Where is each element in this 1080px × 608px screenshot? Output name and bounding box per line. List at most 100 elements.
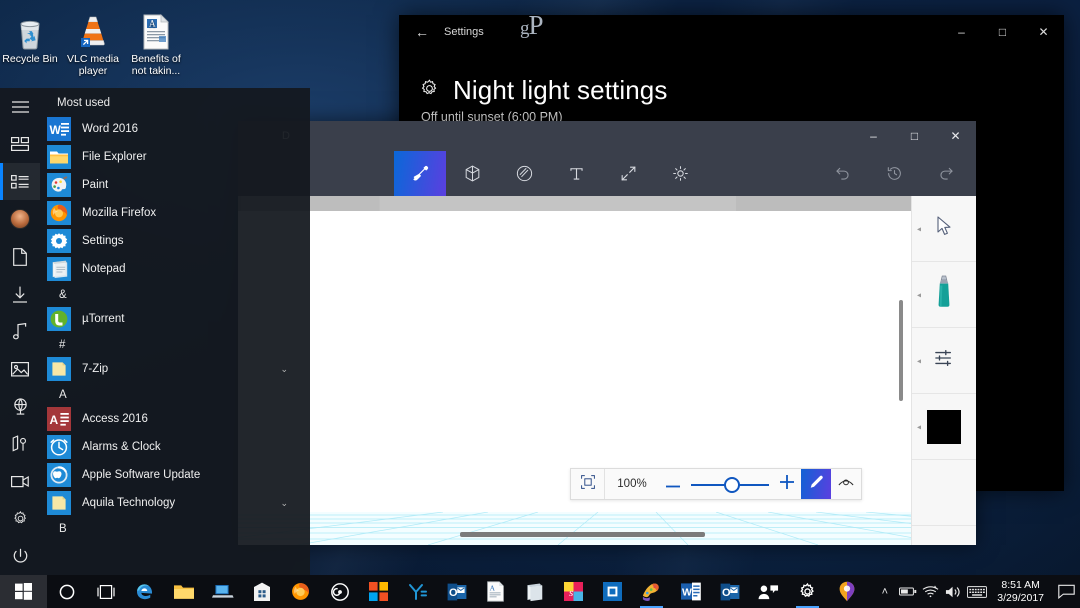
sidebar-item-videos[interactable] xyxy=(0,463,40,500)
close-button[interactable]: ✕ xyxy=(1023,15,1064,49)
rail-item-color-swatch[interactable]: ◂ xyxy=(912,394,976,460)
taskbar-item-outlook-2[interactable]: O xyxy=(710,575,749,608)
desktop-icon-recycle-bin[interactable]: Recycle Bin xyxy=(0,4,60,77)
access-2016-icon: A xyxy=(47,407,71,431)
taskbar-item-maps[interactable] xyxy=(827,575,866,608)
history-button[interactable] xyxy=(868,151,920,196)
sidebar-item-maps[interactable] xyxy=(0,425,40,462)
start-button[interactable] xyxy=(0,575,47,608)
group-header[interactable]: # xyxy=(40,333,310,355)
taskbar-item-publisher[interactable] xyxy=(593,575,632,608)
taskbar-item-word[interactable]: W xyxy=(671,575,710,608)
tool-stickers[interactable] xyxy=(498,151,550,196)
undo-button[interactable] xyxy=(816,151,868,196)
tool-text[interactable] xyxy=(550,151,602,196)
tool-3d-shapes[interactable] xyxy=(446,151,498,196)
list-item[interactable]: Mozilla Firefox xyxy=(40,199,310,227)
chevron-left-icon[interactable]: ◂ xyxy=(917,290,921,299)
taskbar-item-paint-3d[interactable] xyxy=(632,575,671,608)
color-swatch[interactable] xyxy=(927,409,961,444)
minimize-button[interactable]: – xyxy=(941,15,982,49)
chevron-left-icon[interactable]: ◂ xyxy=(917,356,921,365)
taskbar-item-outlook[interactable]: O xyxy=(437,575,476,608)
redo-button[interactable] xyxy=(920,151,972,196)
list-item[interactable]: File Explorer xyxy=(40,143,310,171)
chevron-left-icon[interactable]: ◂ xyxy=(917,422,921,431)
desktop-icon-vlc[interactable]: VLC media player xyxy=(63,4,123,77)
rail-item-marker-pen[interactable]: ◂ xyxy=(912,262,976,328)
show-hidden-icons-button[interactable]: ˄ xyxy=(873,575,896,608)
back-button[interactable]: ← xyxy=(405,19,439,45)
list-item[interactable]: Alarms & Clock xyxy=(40,433,310,461)
group-header[interactable]: & xyxy=(40,283,310,305)
list-item[interactable]: Settings xyxy=(40,227,310,255)
tool-art-tools[interactable] xyxy=(394,151,446,196)
taskbar-item-notepad[interactable] xyxy=(515,575,554,608)
zoom-out-button[interactable] xyxy=(659,469,687,499)
tool-lighting[interactable] xyxy=(654,151,706,196)
list-item[interactable]: Paint xyxy=(40,171,310,199)
tool-effects[interactable] xyxy=(602,151,654,196)
list-item[interactable]: µTorrent xyxy=(40,305,310,333)
maximize-button[interactable]: □ xyxy=(894,121,935,151)
network-icon[interactable] xyxy=(919,575,942,608)
zoom-slider-thumb[interactable] xyxy=(724,477,740,493)
minimize-button[interactable]: – xyxy=(853,121,894,151)
sidebar-item-settings[interactable] xyxy=(0,500,40,537)
sidebar-item-all-apps[interactable] xyxy=(0,162,40,201)
desktop-icon-document[interactable]: A Benefits of not takin... xyxy=(126,4,186,77)
sidebar-item-tiles[interactable] xyxy=(0,125,40,162)
touch-keyboard-icon[interactable] xyxy=(965,575,988,608)
start-menu-app-list[interactable]: Most used W Word 2016 File Explorer Pain… xyxy=(40,88,310,575)
sidebar-item-power[interactable] xyxy=(0,538,40,575)
chevron-down-icon[interactable]: ⌄ xyxy=(280,498,288,509)
taskbar-item-cortana[interactable] xyxy=(47,575,86,608)
taskbar-item-firefox[interactable] xyxy=(281,575,320,608)
volume-icon[interactable] xyxy=(942,575,965,608)
rail-item-select-tool[interactable]: ◂ xyxy=(912,196,976,262)
maximize-button[interactable]: □ xyxy=(982,15,1023,49)
taskbar-item-remote-desktop[interactable] xyxy=(203,575,242,608)
battery-icon[interactable] xyxy=(896,575,919,608)
taskbar-item-access[interactable]: A xyxy=(476,575,515,608)
rail-item-tool-settings[interactable]: ◂ xyxy=(912,328,976,394)
canvas-horizontal-scrollbar[interactable] xyxy=(460,532,705,537)
close-button[interactable]: ✕ xyxy=(935,121,976,151)
taskbar-item-microsoft-store[interactable] xyxy=(242,575,281,608)
group-header[interactable]: A xyxy=(40,383,310,405)
group-header[interactable]: B xyxy=(40,517,310,539)
taskbar-item-microsoft-edge[interactable] xyxy=(125,575,164,608)
taskbar-item-groove-music[interactable] xyxy=(320,575,359,608)
desktop-icon-label: Recycle Bin xyxy=(2,53,58,65)
zoom-in-button[interactable] xyxy=(773,469,801,499)
sidebar-item-music[interactable] xyxy=(0,313,40,350)
canvas-vertical-scrollbar[interactable] xyxy=(899,300,903,401)
view-toggle-button[interactable] xyxy=(831,469,861,499)
fit-to-screen-button[interactable] xyxy=(571,469,605,499)
sidebar-item-pictures[interactable] xyxy=(0,350,40,387)
zoom-slider[interactable] xyxy=(687,469,773,499)
list-item[interactable]: Aquila Technology ⌄ xyxy=(40,489,310,517)
list-item[interactable]: Apple Software Update xyxy=(40,461,310,489)
taskbar-item-task-view[interactable] xyxy=(86,575,125,608)
list-item[interactable]: 7-Zip ⌄ xyxy=(40,355,310,383)
list-item[interactable]: A Access 2016 xyxy=(40,405,310,433)
list-item[interactable]: W Word 2016 xyxy=(40,115,310,143)
taskbar-item-people[interactable] xyxy=(749,575,788,608)
list-item[interactable]: Notepad xyxy=(40,255,310,283)
action-center-button[interactable] xyxy=(1053,575,1080,608)
chevron-left-icon[interactable]: ◂ xyxy=(917,224,921,233)
sidebar-item-documents[interactable] xyxy=(0,238,40,275)
taskbar-item-settings[interactable] xyxy=(788,575,827,608)
sidebar-item-downloads[interactable] xyxy=(0,275,40,312)
taskbar-item-yammer[interactable] xyxy=(398,575,437,608)
sidebar-item-hamburger[interactable] xyxy=(0,88,40,125)
taskbar-item-snagit[interactable]: s xyxy=(554,575,593,608)
taskbar-item-file-explorer[interactable] xyxy=(164,575,203,608)
chevron-down-icon[interactable]: ⌄ xyxy=(280,364,288,375)
sidebar-item-network[interactable] xyxy=(0,388,40,425)
taskbar-clock[interactable]: 8:51 AM 3/29/2017 xyxy=(988,579,1053,605)
taskbar-item-office[interactable] xyxy=(359,575,398,608)
pen-toggle-button[interactable] xyxy=(801,469,831,499)
sidebar-item-account[interactable] xyxy=(0,200,40,237)
